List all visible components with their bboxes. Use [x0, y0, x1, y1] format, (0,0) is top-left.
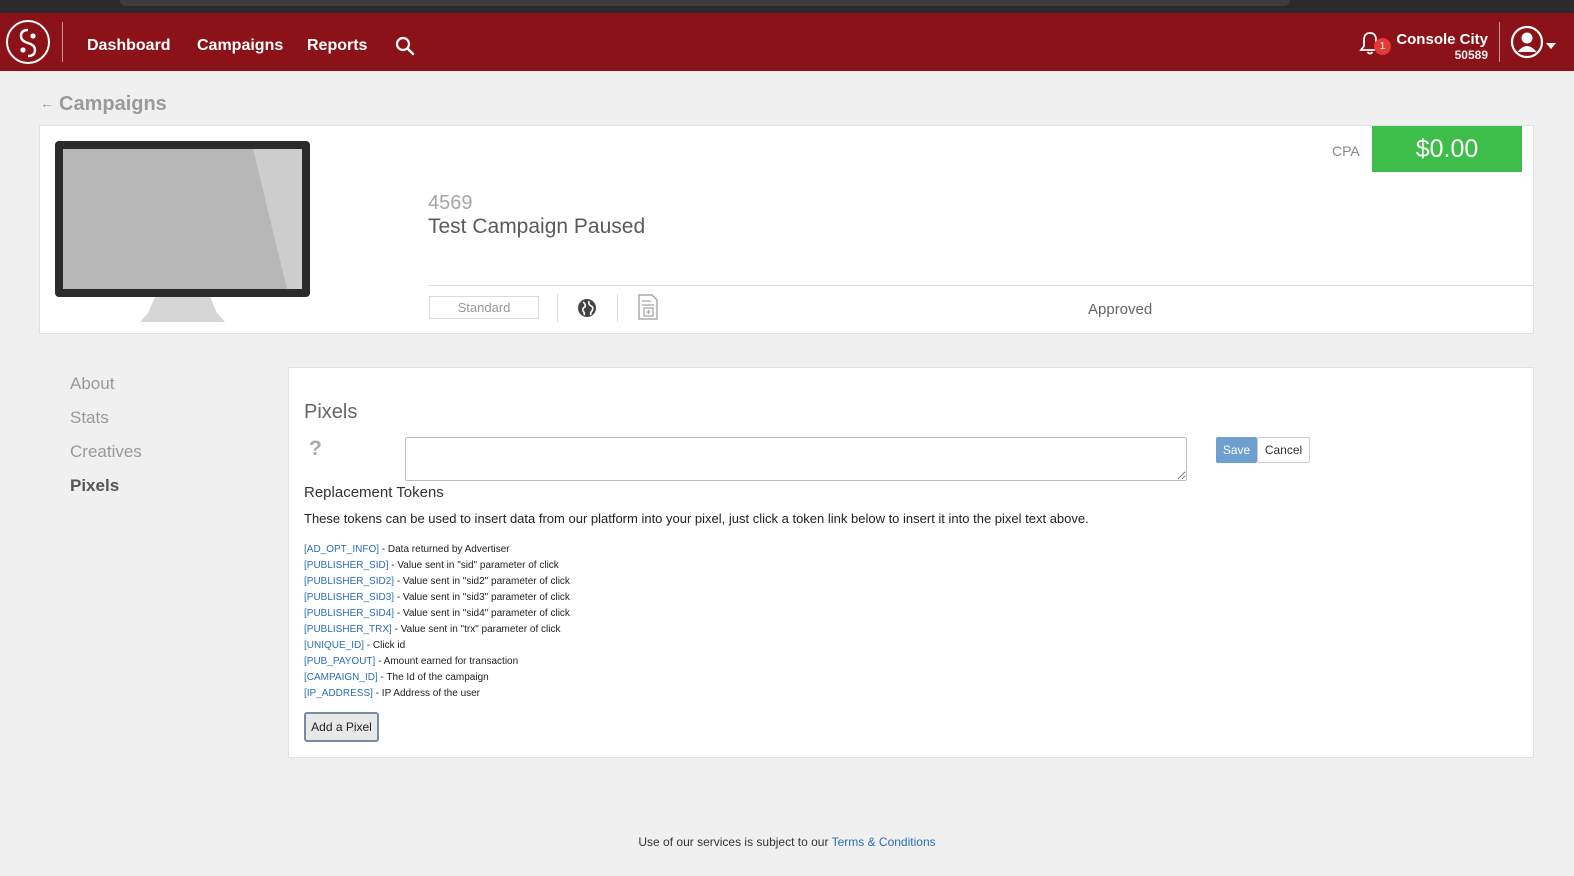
nav-dashboard[interactable]: Dashboard: [87, 37, 171, 55]
token-description: - The Id of the campaign: [377, 672, 489, 683]
list-item: [PUBLISHER_SID4] - Value sent in "sid4" …: [304, 606, 570, 622]
list-item: [AD_OPT_INFO] - Data returned by Adverti…: [304, 542, 570, 558]
token-description: - Click id: [364, 640, 406, 651]
sidebar-item-stats[interactable]: Stats: [70, 408, 109, 428]
campaign-name: Test Campaign Paused: [428, 215, 646, 238]
tokens-title: Replacement Tokens: [304, 484, 444, 501]
list-item: [IP_ADDRESS] - IP Address of the user: [304, 686, 570, 702]
back-to-campaigns[interactable]: ← Campaigns: [40, 93, 167, 116]
divider: [557, 294, 558, 322]
sidebar-item-pixels[interactable]: Pixels: [70, 476, 119, 496]
list-item: [PUB_PAYOUT] - Amount earned for transac…: [304, 654, 570, 670]
list-item: [PUBLISHER_SID] - Value sent in "sid" pa…: [304, 558, 570, 574]
token-link[interactable]: [PUBLISHER_TRX]: [304, 624, 392, 635]
pixel-code-input[interactable]: [405, 437, 1187, 481]
token-description: - Value sent in "sid" parameter of click: [388, 560, 559, 571]
footer: Use of our services is subject to our Te…: [0, 835, 1574, 849]
browser-address-bar: [120, 0, 1290, 6]
globe-icon[interactable]: [577, 298, 597, 323]
token-description: - Value sent in "sid3" parameter of clic…: [394, 592, 570, 603]
add-pixel-button[interactable]: Add a Pixel: [304, 712, 379, 742]
back-arrow-icon: ←: [40, 95, 54, 111]
token-link[interactable]: [PUB_PAYOUT]: [304, 656, 375, 667]
cancel-button[interactable]: Cancel: [1257, 437, 1310, 463]
token-link[interactable]: [AD_OPT_INFO]: [304, 544, 379, 555]
list-item: [PUBLISHER_TRX] - Value sent in "trx" pa…: [304, 622, 570, 638]
back-label: Campaigns: [59, 93, 167, 115]
token-description: - Data returned by Advertiser: [379, 544, 510, 555]
list-item: [PUBLISHER_SID3] - Value sent in "sid3" …: [304, 590, 570, 606]
tokens-description: These tokens can be used to insert data …: [304, 511, 1089, 526]
pixels-panel: Pixels ? Save Cancel Replacement Tokens …: [288, 367, 1534, 758]
token-description: - Value sent in "sid2" parameter of clic…: [394, 576, 570, 587]
token-link[interactable]: [PUBLISHER_SID2]: [304, 576, 394, 587]
top-nav: Dashboard Campaigns Reports 1 Console Ci…: [0, 13, 1574, 71]
chevron-down-icon[interactable]: [1546, 43, 1556, 49]
divider: [617, 294, 618, 322]
browser-chrome-strip: [0, 0, 1574, 13]
token-description: - Amount earned for transaction: [375, 656, 519, 667]
notification-badge: 1: [1374, 38, 1391, 55]
panel-title: Pixels: [304, 401, 358, 423]
nav-campaigns[interactable]: Campaigns: [197, 37, 283, 55]
logo-icon[interactable]: [6, 20, 50, 64]
list-item: [CAMPAIGN_ID] - The Id of the campaign: [304, 670, 570, 686]
save-button[interactable]: Save: [1216, 437, 1257, 463]
footer-text: Use of our services is subject to our: [638, 835, 832, 849]
token-link[interactable]: [UNIQUE_ID]: [304, 640, 364, 651]
divider: [428, 285, 1534, 286]
token-description: - IP Address of the user: [372, 688, 481, 699]
nav-reports[interactable]: Reports: [307, 37, 367, 55]
account-name[interactable]: Console City: [1396, 31, 1488, 48]
cpa-label: CPA: [1332, 143, 1360, 159]
token-link[interactable]: [IP_ADDRESS]: [304, 688, 373, 699]
help-icon[interactable]: ?: [309, 437, 322, 461]
search-icon[interactable]: [395, 36, 415, 61]
account-id: 50589: [1454, 48, 1488, 62]
user-avatar-icon[interactable]: [1510, 25, 1544, 64]
terms-link[interactable]: Terms & Conditions: [832, 835, 936, 849]
campaign-id: 4569: [428, 192, 473, 214]
campaign-card: CPA $0.00 4569 Test Campaign Paused Stan…: [39, 125, 1534, 334]
document-icon[interactable]: [637, 294, 659, 325]
list-item: [UNIQUE_ID] - Click id: [304, 638, 570, 654]
token-link[interactable]: [PUBLISHER_SID4]: [304, 608, 394, 619]
token-link[interactable]: [PUBLISHER_SID3]: [304, 592, 394, 603]
cpa-value: $0.00: [1372, 126, 1522, 172]
token-link[interactable]: [CAMPAIGN_ID]: [304, 672, 378, 683]
creative-monitor-image: [55, 141, 311, 327]
sidebar-item-creatives[interactable]: Creatives: [70, 442, 142, 462]
nav-separator: [1499, 22, 1500, 62]
campaign-type-badge: Standard: [429, 296, 539, 319]
token-description: - Value sent in "sid4" parameter of clic…: [394, 608, 570, 619]
token-description: - Value sent in "trx" parameter of click: [391, 624, 561, 635]
token-list: [AD_OPT_INFO] - Data returned by Adverti…: [304, 542, 570, 702]
nav-separator: [62, 22, 63, 62]
list-item: [PUBLISHER_SID2] - Value sent in "sid2" …: [304, 574, 570, 590]
campaign-status: Approved: [1088, 301, 1153, 318]
sidebar-item-about[interactable]: About: [70, 374, 114, 394]
token-link[interactable]: [PUBLISHER_SID]: [304, 560, 388, 571]
